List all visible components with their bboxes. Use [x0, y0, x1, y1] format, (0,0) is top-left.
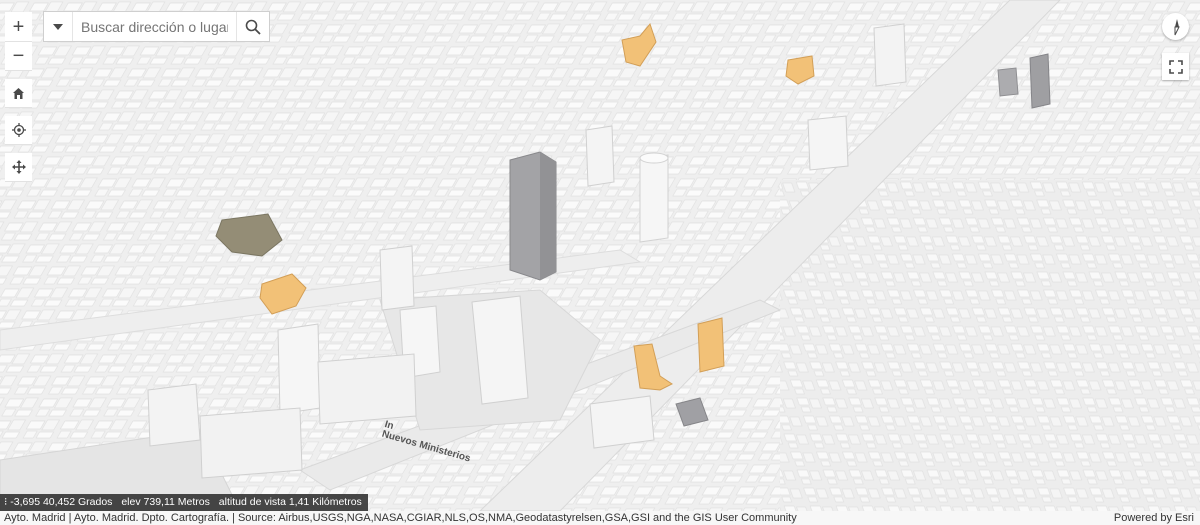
- search-button[interactable]: [236, 12, 269, 41]
- city-3d-view[interactable]: [0, 0, 1200, 511]
- caret-down-icon: [53, 23, 63, 30]
- compass-button[interactable]: [1162, 13, 1189, 40]
- map-scene[interactable]: In Nuevos Ministerios: [0, 0, 1200, 511]
- coordinate-view-altitude: altitud de vista 1,41 Kilómetros: [218, 496, 362, 508]
- haze-overlay: [0, 0, 1200, 511]
- home-icon: [13, 87, 24, 99]
- coordinate-elevation: elev 739,11 Metros: [121, 496, 210, 508]
- search-icon: [245, 19, 261, 35]
- zoom-in-icon: +: [12, 15, 25, 38]
- zoom-out-icon: −: [12, 45, 25, 67]
- locate-icon: [11, 123, 26, 137]
- pan-mode-button[interactable]: [5, 153, 32, 182]
- coordinate-mode-icon: ⁝: [4, 496, 8, 508]
- locate-button[interactable]: [5, 116, 32, 145]
- search-source-dropdown[interactable]: [44, 12, 73, 41]
- powered-by-link[interactable]: Powered by Esri: [1114, 511, 1194, 525]
- attribution-sources: Ayto. Madrid | Ayto. Madrid. Dpto. Carto…: [4, 512, 797, 524]
- compass-icon: [1174, 18, 1180, 35]
- fullscreen-button[interactable]: [1162, 53, 1189, 80]
- zoom-out-button[interactable]: −: [5, 42, 32, 71]
- coordinate-position: -3,695 40,452 Grados: [10, 496, 113, 508]
- home-button[interactable]: [5, 79, 32, 108]
- fullscreen-icon: [1168, 59, 1183, 74]
- search-widget: [43, 11, 270, 42]
- move-icon: [11, 160, 26, 174]
- coordinate-readout[interactable]: ⁝ -3,695 40,452 Grados elev 739,11 Metro…: [0, 494, 368, 511]
- search-input[interactable]: [73, 12, 236, 41]
- zoom-in-button[interactable]: +: [5, 12, 32, 42]
- attribution-bar[interactable]: Ayto. Madrid | Ayto. Madrid. Dpto. Carto…: [0, 511, 1200, 525]
- navigation-controls: + −: [5, 12, 32, 182]
